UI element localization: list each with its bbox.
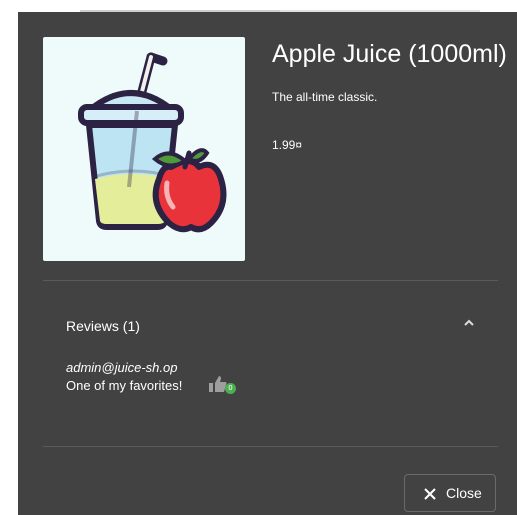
product-image <box>43 37 245 261</box>
like-review-button[interactable]: 0 <box>208 373 242 397</box>
close-icon <box>424 488 436 500</box>
chevron-up-icon <box>464 319 474 326</box>
product-title: Apple Juice (1000ml) <box>272 40 507 68</box>
apple-juice-cup-icon <box>78 52 227 233</box>
product-details-dialog: Apple Juice (1000ml) The all-time classi… <box>18 12 517 515</box>
review-author: admin@juice-sh.op <box>66 360 178 375</box>
like-count-badge: 0 <box>225 383 236 394</box>
close-button[interactable]: Close <box>404 474 496 512</box>
product-description: The all-time classic. <box>272 90 378 104</box>
divider <box>43 446 498 447</box>
reviews-expansion-header[interactable]: Reviews (1) <box>43 302 498 350</box>
review-text: One of my favorites! <box>66 378 183 393</box>
product-price: 1.99¤ <box>272 138 303 152</box>
divider <box>43 280 498 281</box>
close-label: Close <box>446 485 482 501</box>
reviews-title: Reviews (1) <box>66 318 140 334</box>
background-strip <box>18 0 517 12</box>
